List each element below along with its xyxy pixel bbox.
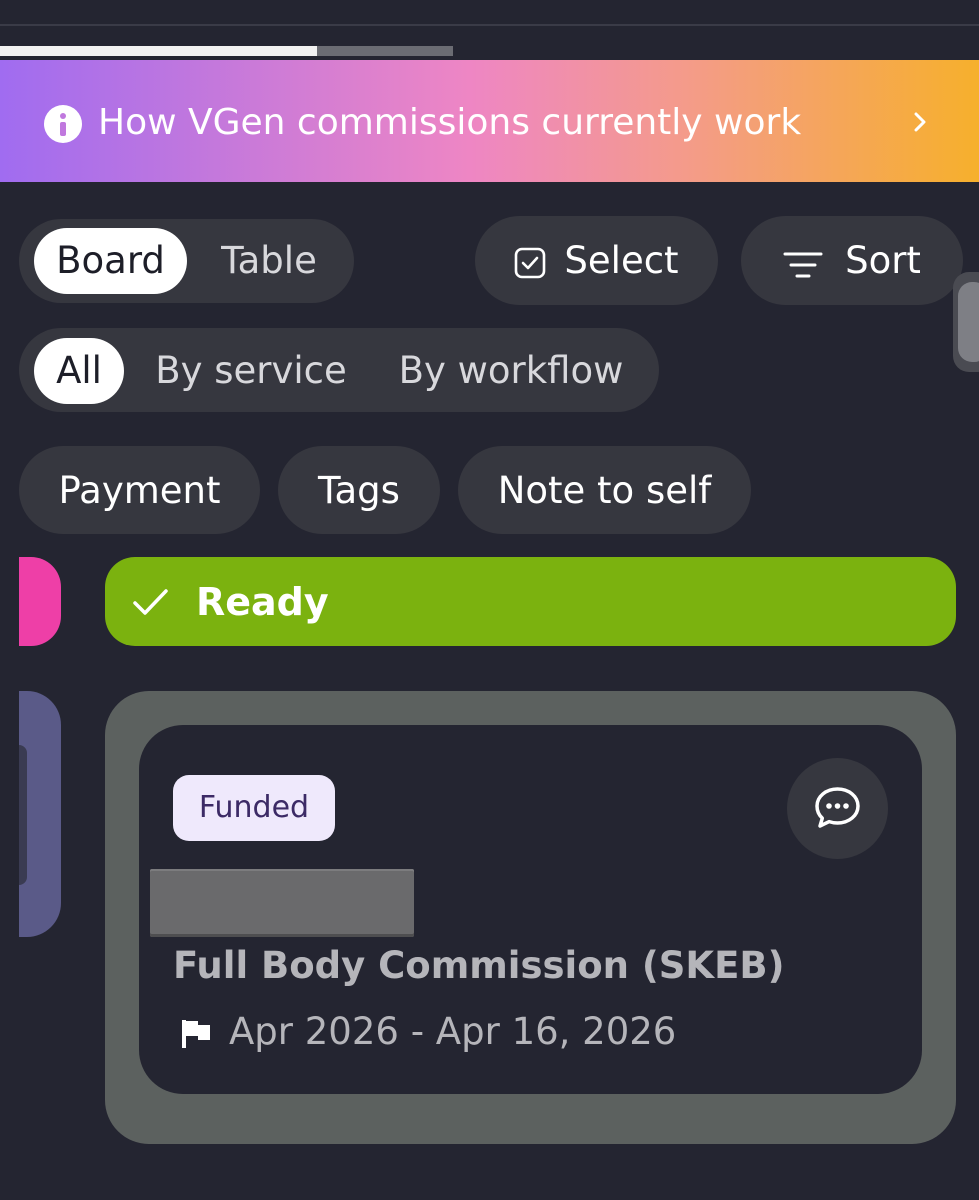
progress-fill — [0, 46, 318, 56]
flag-icon — [180, 1018, 212, 1050]
status-badge: Funded — [173, 775, 335, 841]
view-option-table[interactable]: Table — [195, 228, 343, 294]
previous-column-card-inner — [19, 745, 27, 885]
previous-column-header[interactable] — [19, 557, 61, 646]
card-dates: Apr 2026 - Apr 16, 2026 — [229, 1010, 677, 1053]
top-divider — [0, 24, 979, 26]
grouping-option-by-service[interactable]: By service — [142, 338, 360, 404]
chat-bubble-icon — [815, 787, 860, 828]
filter-tags[interactable]: Tags — [278, 446, 440, 534]
filter-payment[interactable]: Payment — [19, 446, 260, 534]
progress-bar — [0, 46, 453, 56]
card-title: Full Body Commission (SKEB) — [173, 944, 785, 987]
sort-icon — [783, 246, 823, 277]
grouping-option-all[interactable]: All — [34, 338, 124, 404]
info-icon — [44, 105, 82, 143]
checkbox-icon — [514, 245, 546, 278]
sort-button-label: Sort — [845, 239, 921, 282]
filter-note-to-self[interactable]: Note to self — [458, 446, 751, 534]
offscreen-button-inner — [958, 282, 979, 362]
sort-button[interactable]: Sort — [741, 216, 963, 305]
app-root: How VGen commissions currently work Boar… — [0, 0, 979, 1200]
select-button[interactable]: Select — [475, 216, 718, 305]
grouping-option-by-workflow[interactable]: By workflow — [380, 338, 642, 404]
redacted-client-name — [150, 869, 414, 937]
chevron-right-icon — [906, 108, 934, 136]
info-banner-text: How VGen commissions currently work — [98, 102, 802, 143]
chat-button[interactable] — [787, 758, 888, 859]
check-icon — [130, 584, 170, 620]
view-option-board[interactable]: Board — [34, 228, 187, 294]
select-button-label: Select — [564, 239, 679, 282]
ready-column-label: Ready — [196, 580, 329, 624]
